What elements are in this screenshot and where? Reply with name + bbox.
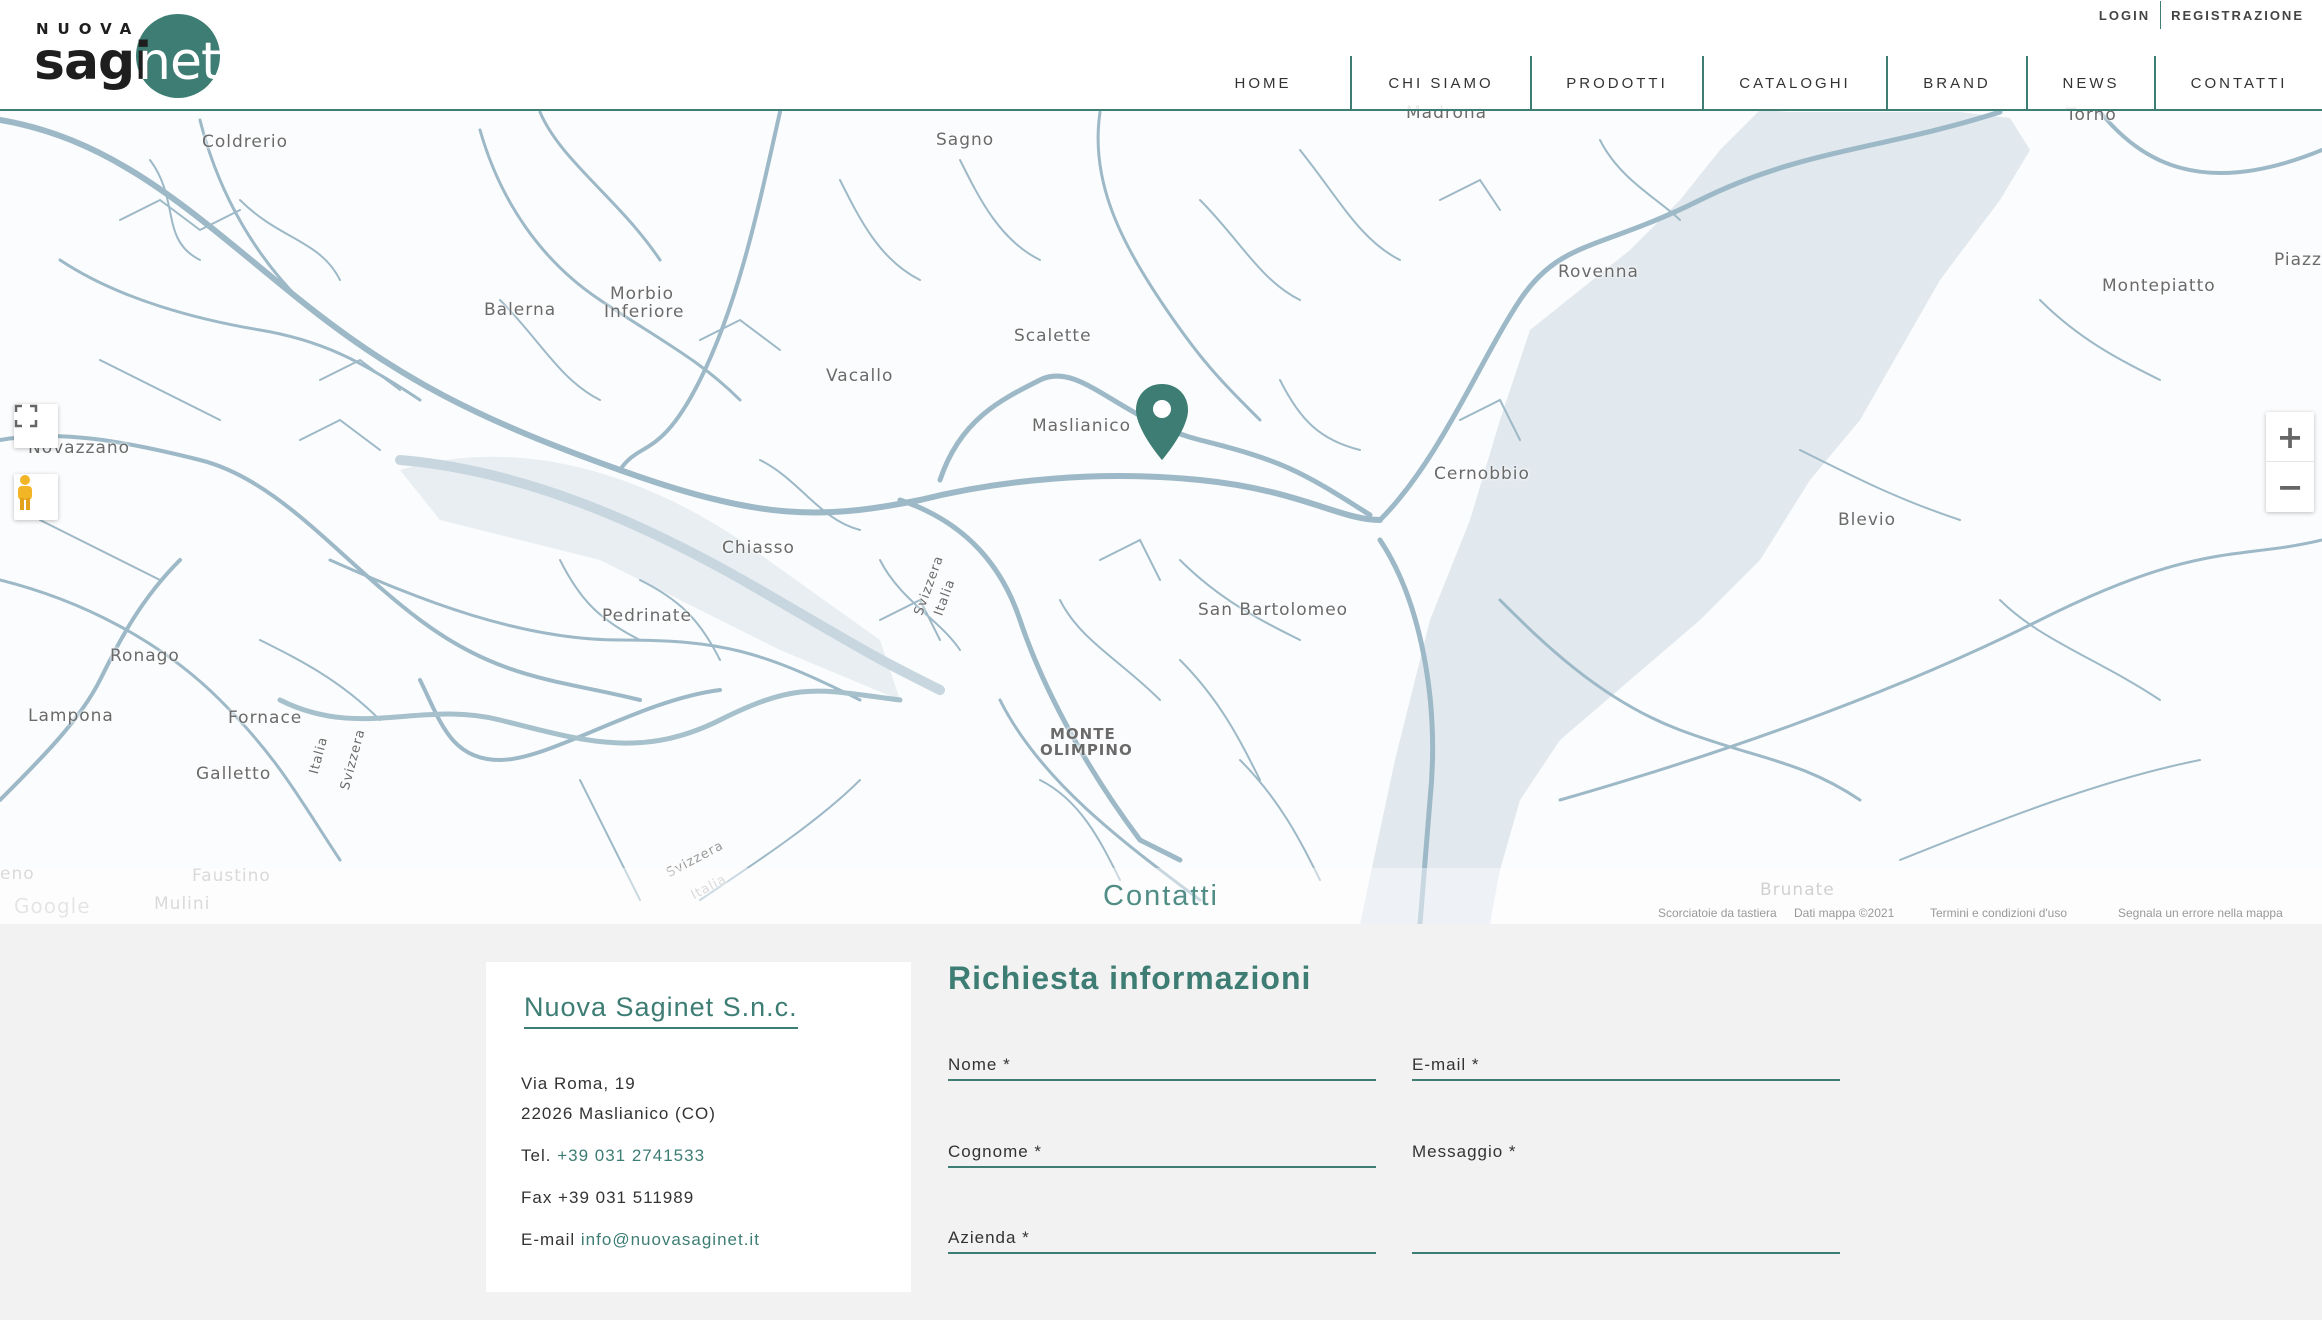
terms-link[interactable]: Termini e condizioni d'uso <box>1930 906 2067 920</box>
map-label: MONTE <box>1050 725 1116 743</box>
map-label: Montepiatto <box>2102 276 2216 296</box>
map-label: OLIMPINO <box>1040 741 1133 759</box>
nome-label: Nome * <box>948 1055 1011 1074</box>
map-label: Coldrerio <box>202 132 288 152</box>
map-label: Cernobbio <box>1434 464 1530 484</box>
nav-news[interactable]: NEWS <box>2026 56 2154 111</box>
street-view-button[interactable] <box>14 474 58 520</box>
map-label: Lampona <box>28 706 114 726</box>
company-name: Nuova Saginet S.n.c. <box>524 992 798 1029</box>
phone-label: Tel. <box>521 1146 552 1165</box>
phone-link[interactable]: +39 031 2741533 <box>557 1146 705 1165</box>
map-label: Vacallo <box>826 366 894 386</box>
form-title: Richiesta informazioni <box>948 960 1312 996</box>
map-data-credit: Dati mappa ©2021 <box>1794 906 1895 920</box>
keyboard-shortcuts-link[interactable]: Scorciatoie da tastiera <box>1658 906 1777 920</box>
map-label: Blevio <box>1838 510 1897 530</box>
map-label: Fornace <box>228 708 303 728</box>
azienda-label: Azienda * <box>948 1228 1030 1247</box>
map-marker-icon[interactable] <box>1134 382 1190 462</box>
login-link[interactable]: LOGIN <box>2089 8 2160 23</box>
nav-prodotti[interactable]: PRODOTTI <box>1530 56 1702 111</box>
fax-line: Fax +39 031 511989 <box>521 1188 695 1207</box>
fullscreen-icon <box>14 404 38 428</box>
messaggio-field[interactable]: Messaggio * <box>1412 1142 1840 1254</box>
logo[interactable]: NUOVA sagi net <box>34 12 224 102</box>
nav-brand[interactable]: BRAND <box>1886 56 2026 111</box>
registrazione-link[interactable]: REGISTRAZIONE <box>2161 8 2314 23</box>
map-label: Ronago <box>110 646 180 666</box>
logo-sagi: sagi <box>34 32 152 92</box>
zoom-in-button[interactable]: + <box>2266 412 2314 462</box>
address-city: 22026 Maslianico (CO) <box>521 1104 716 1123</box>
map-label: Inferiore <box>604 302 685 322</box>
map-label: Pedrinate <box>602 606 692 626</box>
map-label: Scalette <box>1014 326 1092 346</box>
map-label: Balerna <box>484 300 557 320</box>
map-label: Morbio <box>610 284 674 304</box>
site-header: NUOVA sagi net LOGIN REGISTRAZIONE HOME … <box>0 0 2322 111</box>
nav-cataloghi[interactable]: CATALOGHI <box>1702 56 1886 111</box>
zoom-out-button[interactable]: − <box>2266 462 2314 512</box>
email-field[interactable]: E-mail * <box>1412 1055 1840 1081</box>
cognome-field[interactable]: Cognome * <box>948 1142 1376 1168</box>
lake-como <box>1360 110 2030 924</box>
map-label: Piazza <box>2274 250 2322 270</box>
logo-net: net <box>138 32 221 92</box>
phone-line: Tel. +39 031 2741533 <box>521 1146 705 1166</box>
map-label: San Bartolomeo <box>1198 600 1349 620</box>
company-card: Nuova Saginet S.n.c. Via Roma, 19 22026 … <box>486 962 911 1292</box>
rail-yard <box>400 456 900 700</box>
map-label: Sagno <box>936 130 995 150</box>
nome-field[interactable]: Nome * <box>948 1055 1376 1081</box>
messaggio-label: Messaggio * <box>1412 1142 1517 1161</box>
email-line: E-mail info@nuovasaginet.it <box>521 1230 760 1250</box>
email-label: E-mail * <box>1412 1055 1480 1074</box>
report-error-link[interactable]: Segnala un errore nella mappa <box>2118 906 2283 920</box>
main-nav: HOME CHI SIAMO PRODOTTI CATALOGHI BRAND … <box>1176 56 2322 111</box>
nav-chi-siamo[interactable]: CHI SIAMO <box>1350 56 1530 111</box>
map-label: Maslianico <box>1032 416 1132 436</box>
zoom-control: + − <box>2266 412 2314 512</box>
nav-contatti[interactable]: CONTATTI <box>2154 56 2322 111</box>
email-link[interactable]: info@nuovasaginet.it <box>581 1230 760 1249</box>
cognome-label: Cognome * <box>948 1142 1043 1161</box>
pegman-icon <box>18 475 32 510</box>
account-links: LOGIN REGISTRAZIONE <box>2089 0 2314 30</box>
fullscreen-button[interactable] <box>14 404 58 448</box>
email-label: E-mail <box>521 1230 576 1249</box>
map[interactable]: Coldrerio Sagno Madrona Torno Rovenna Mo… <box>0 0 2322 924</box>
map-label: Rovenna <box>1558 262 1639 282</box>
azienda-field[interactable]: Azienda * <box>948 1228 1376 1254</box>
map-label: Galletto <box>196 764 272 784</box>
nav-home[interactable]: HOME <box>1176 56 1350 111</box>
map-label: Chiasso <box>722 538 795 558</box>
address-street: Via Roma, 19 <box>521 1074 636 1093</box>
